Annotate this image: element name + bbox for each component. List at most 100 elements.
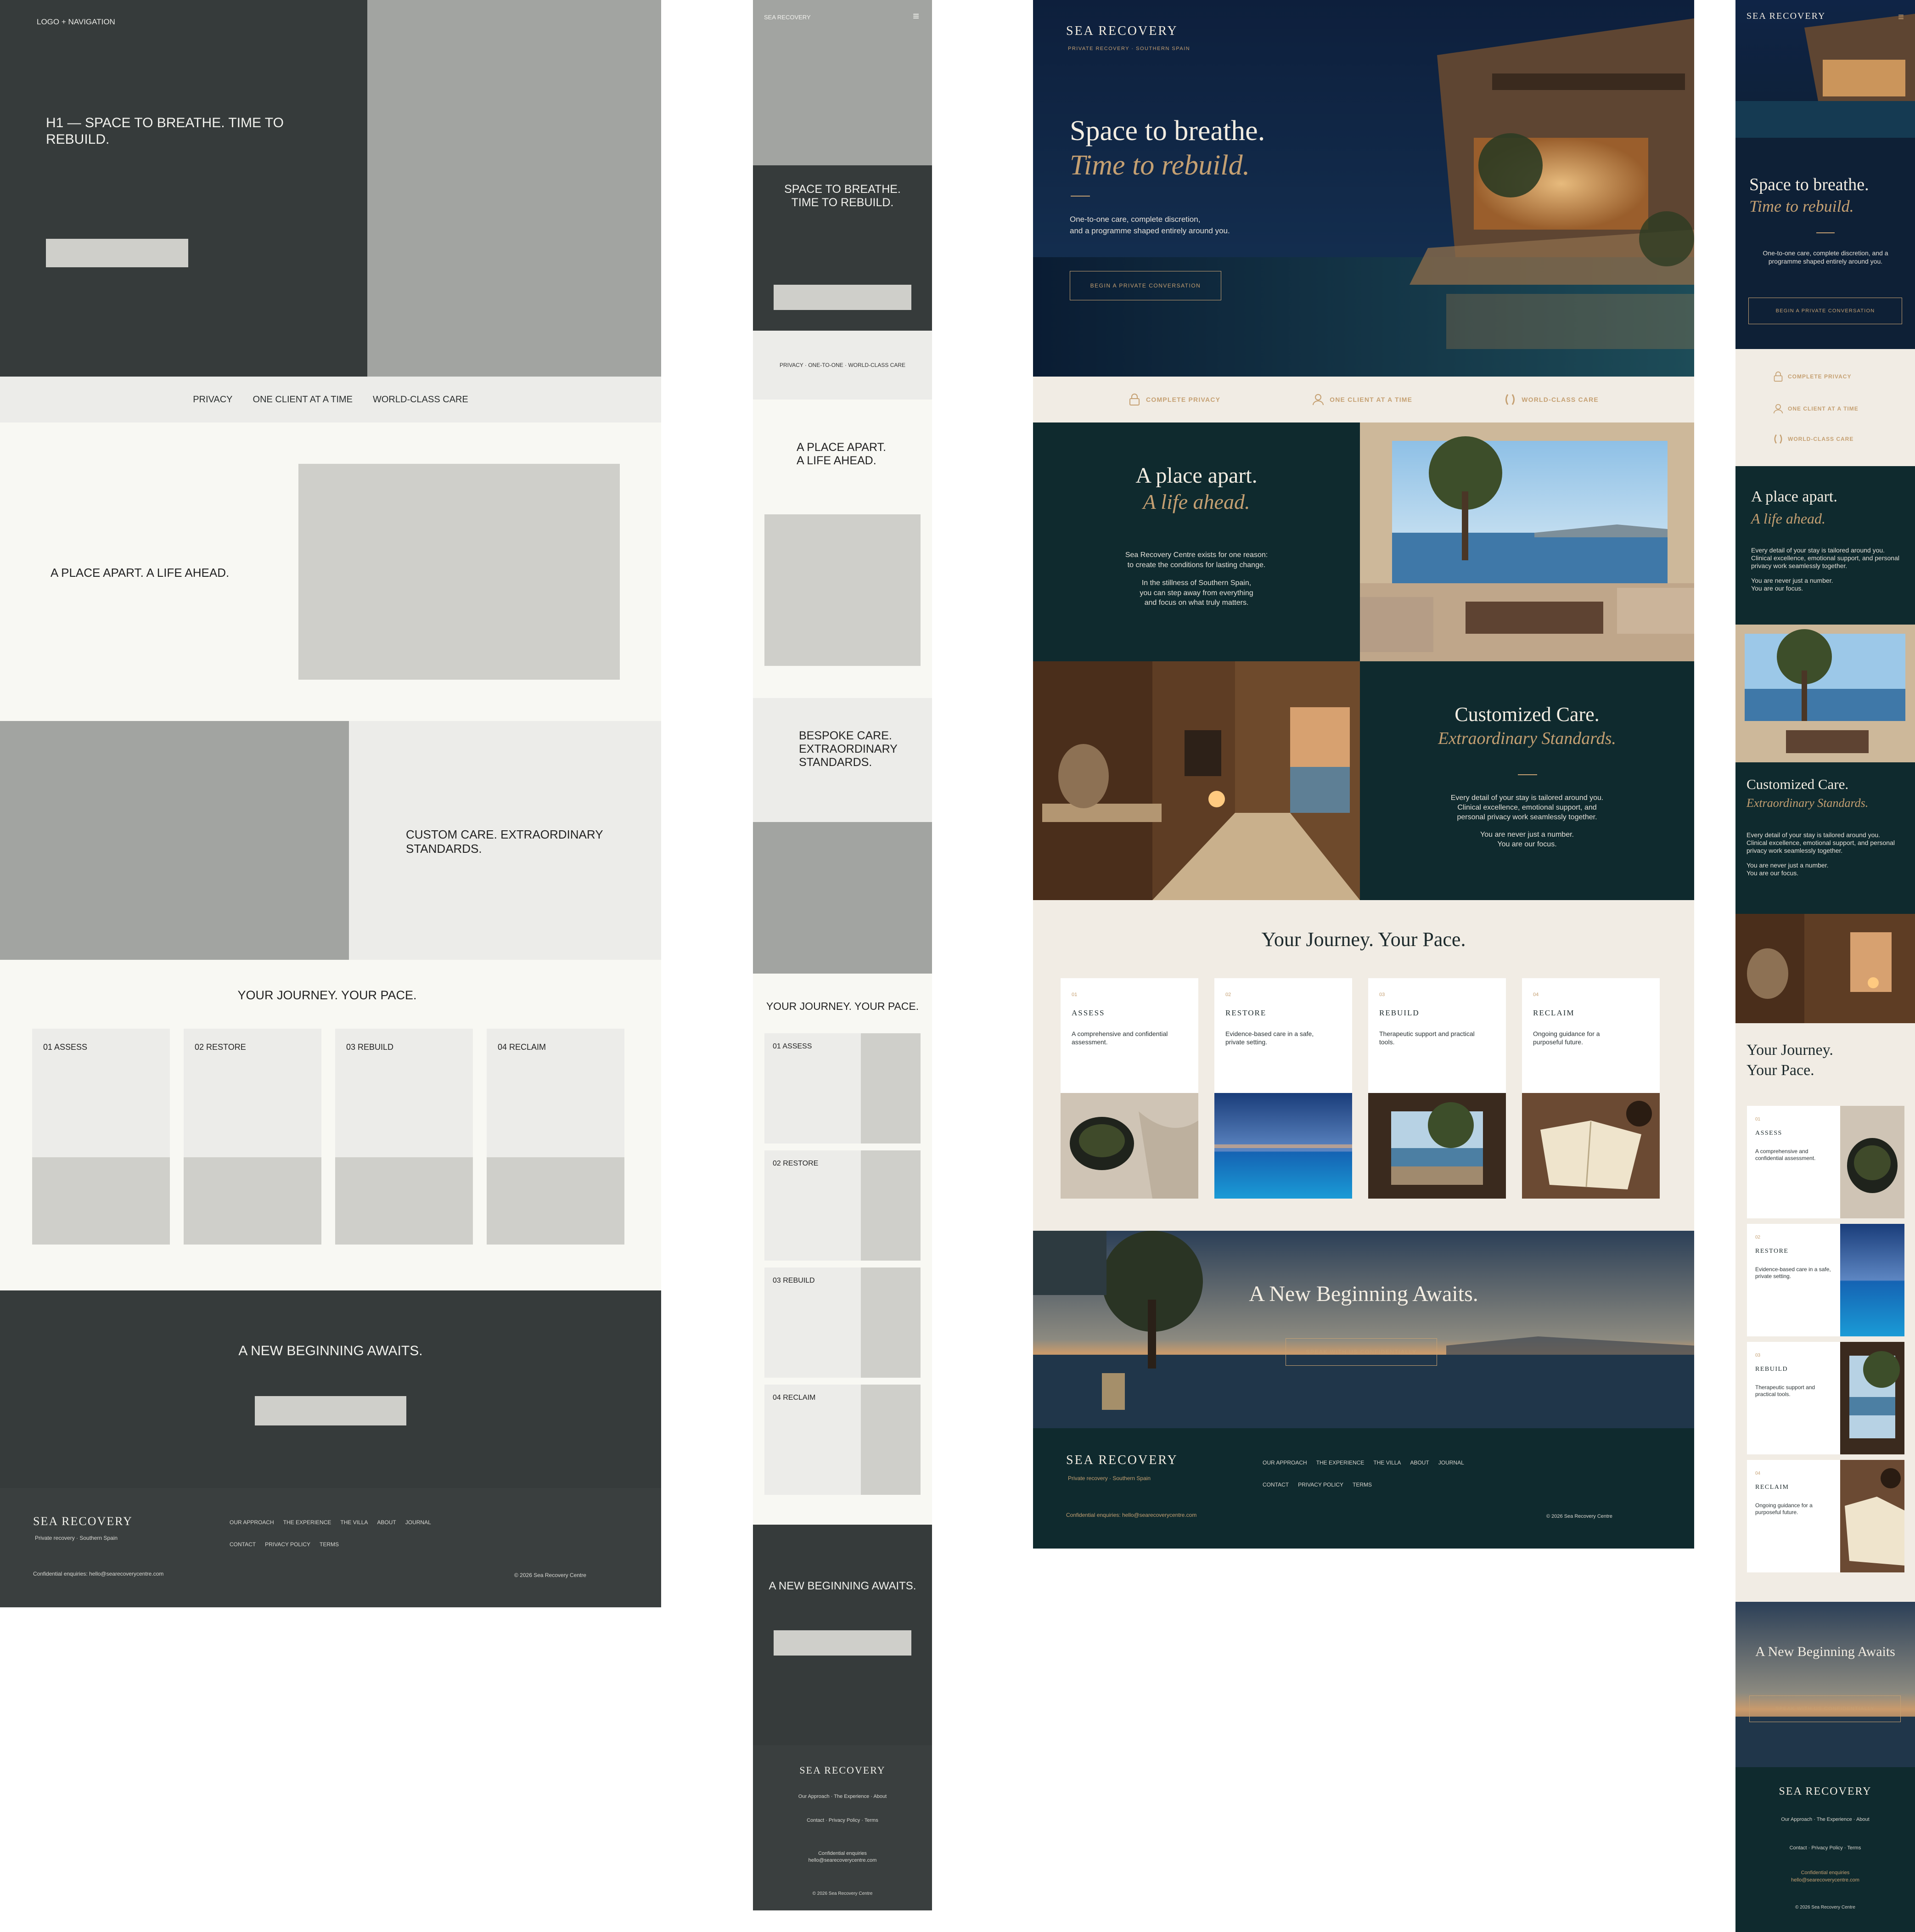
m-footer-brand[interactable]: SEA RECOVERY (1735, 1786, 1915, 1798)
wfm-footer-email[interactable]: hello@searecoverycentre.com (753, 1858, 932, 1863)
wf-step-image (487, 1157, 624, 1245)
wf-footer-link[interactable]: JOURNAL (405, 1519, 431, 1526)
journal-book-image (1522, 1093, 1660, 1199)
terrace-sea-image (1360, 422, 1694, 661)
footer-link[interactable]: PRIVACY POLICY (1298, 1481, 1343, 1488)
m-brand[interactable]: SEA RECOVERY (1747, 11, 1825, 22)
wf-footer-link[interactable]: ABOUT (377, 1519, 396, 1526)
footer-link[interactable]: ABOUT (1410, 1459, 1429, 1466)
step-number: 03 (1379, 992, 1385, 997)
m-footer-email[interactable]: hello@searecoverycentre.com (1735, 1877, 1915, 1883)
wfm-cta-title: A NEW BEGINNING AWAITS. (769, 1580, 916, 1592)
hero-divider (1071, 196, 1090, 197)
footer-link[interactable]: CONTACT (1263, 1481, 1289, 1488)
wfm-step-card: 01 ASSESS (764, 1033, 921, 1143)
place-body-line: Sea Recovery Centre exists for one reaso… (1125, 551, 1268, 559)
footer-link[interactable]: THE VILLA (1373, 1459, 1401, 1466)
hero-cta-button[interactable]: BEGIN A PRIVATE CONVERSATION (1070, 271, 1221, 300)
place-title: A place apart. (1135, 463, 1258, 488)
m-step-card[interactable]: 01 ASSESS A comprehensive and confidenti… (1747, 1106, 1904, 1218)
m-olive-bowl-image (1840, 1106, 1904, 1218)
place-section: A place apart. A life ahead. Sea Recover… (1033, 422, 1360, 661)
wfm-footer-brand: SEA RECOVERY (799, 1764, 886, 1776)
m-custom-body: Every detail of your stay is tailored ar… (1747, 831, 1903, 877)
m-place-section: A place apart. A life ahead. Every detai… (1735, 466, 1915, 625)
wfm-journey-title: YOUR JOURNEY. YOUR PACE. (766, 1000, 919, 1012)
m-step-card[interactable]: 02 RESTORE Evidence-based care in a safe… (1747, 1224, 1904, 1336)
wf-place-section: A PLACE APART. A LIFE AHEAD. (0, 422, 661, 721)
wf-footer-links: CONTACT PRIVACY POLICY TERMS (230, 1541, 339, 1548)
wfm-brand[interactable]: SEA RECOVERY (764, 14, 811, 21)
wfm-hero-image: SEA RECOVERY ≡ (753, 0, 932, 165)
step-card[interactable]: 03 REBUILD Therapeutic support and pract… (1368, 978, 1506, 1199)
m-hero-cta-button[interactable]: BEGIN A PRIVATE CONVERSATION (1748, 298, 1902, 324)
m-journey-section: Your Journey. Your Pace. 01 ASSESS A com… (1735, 1023, 1915, 1602)
custom-body-line: You are never just a number. (1480, 831, 1574, 839)
wfm-step-label: 02 RESTORE (773, 1160, 819, 1167)
footer-brand[interactable]: SEA RECOVERY (1066, 1453, 1178, 1468)
footer: SEA RECOVERY Private recovery · Southern… (1033, 1428, 1694, 1549)
cta-title: A New Beginning Awaits. (1249, 1282, 1478, 1306)
footer-links: CONTACT PRIVACY POLICY TERMS (1263, 1481, 1372, 1488)
person-icon (1773, 404, 1783, 414)
wfm-footer-links[interactable]: Our Approach · The Experience · About (753, 1794, 932, 1799)
footer-copyright: © 2026 Sea Recovery Centre (1546, 1514, 1612, 1519)
m-step-card[interactable]: 04 RECLAIM Ongoing guidance for a purpos… (1747, 1460, 1904, 1572)
m-footer-links[interactable]: Contact · Privacy Policy · Terms (1735, 1845, 1915, 1851)
footer-tagline: Private recovery · Southern Spain (1068, 1475, 1151, 1481)
wfm-step-image (861, 1267, 921, 1378)
wfm-place-title: A PLACE APART. A LIFE AHEAD. (797, 441, 887, 467)
wf-step-card: 04 RECLAIM (487, 1029, 624, 1245)
wf-footer-link[interactable]: THE EXPERIENCE (283, 1519, 331, 1526)
wf-cta-section: A NEW BEGINNING AWAITS. (0, 1290, 661, 1488)
wf-footer-enquiries[interactable]: Confidential enquiries: hello@searecover… (33, 1571, 163, 1577)
lock-icon (1129, 394, 1140, 406)
step-title: RESTORE (1225, 1008, 1267, 1017)
menu-icon[interactable]: ≡ (1898, 11, 1904, 23)
step-title: REBUILD (1379, 1008, 1420, 1017)
m-cta-button[interactable]: SPEAK WITH US CONFIDENTIALLY (1749, 1695, 1901, 1722)
wf-hero-button[interactable] (46, 239, 188, 267)
wf-footer-link[interactable]: CONTACT (230, 1541, 256, 1548)
brand-logo[interactable]: SEA RECOVERY (1066, 24, 1178, 39)
brand-tagline: PRIVATE RECOVERY · SOUTHERN SPAIN (1068, 46, 1191, 51)
step-card[interactable]: 02 RESTORE Evidence-based care in a safe… (1214, 978, 1352, 1199)
wfm-hero-button[interactable] (774, 285, 911, 310)
step-number: 04 (1533, 992, 1539, 997)
m-trust-item: WORLD-CLASS CARE (1773, 434, 1853, 445)
wf-hero-title: H1 — SPACE TO BREATHE. TIME TO REBUILD. (46, 115, 284, 147)
footer-link[interactable]: OUR APPROACH (1263, 1459, 1307, 1466)
cta-button[interactable]: SPEAK WITH US CONFIDENTIALLY (1286, 1338, 1437, 1366)
wfm-cta-button[interactable] (774, 1630, 911, 1656)
footer-link[interactable]: JOURNAL (1438, 1459, 1464, 1466)
step-card[interactable]: 01 ASSESS A comprehensive and confidenti… (1061, 978, 1198, 1199)
wf-custom-image (0, 721, 349, 960)
sunset-terrace-image (1033, 1231, 1694, 1428)
step-desc: Ongoing guidance for a purposeful future… (1533, 1030, 1600, 1046)
footer-link[interactable]: THE EXPERIENCE (1316, 1459, 1365, 1466)
wfm-bespoke-section: BESPOKE CARE. EXTRAORDINARY STANDARDS. (753, 698, 932, 822)
wf-footer-link[interactable]: OUR APPROACH (230, 1519, 274, 1526)
wf-step-image (184, 1157, 321, 1245)
wf-cta-button[interactable] (255, 1396, 406, 1425)
wfm-footer-links[interactable]: Contact · Privacy Policy · Terms (753, 1818, 932, 1823)
journey-title: Your Journey. Your Pace. (1261, 928, 1466, 951)
wf-step-card: 02 RESTORE (184, 1029, 321, 1245)
wf-footer-link[interactable]: TERMS (320, 1541, 339, 1548)
step-card[interactable]: 04 RECLAIM Ongoing guidance for a purpos… (1522, 978, 1660, 1199)
m-step-number: 03 (1755, 1353, 1761, 1358)
wf-footer-link[interactable]: THE VILLA (340, 1519, 368, 1526)
menu-icon[interactable]: ≡ (913, 10, 919, 23)
custom-body-line: Every detail of your stay is tailored ar… (1450, 794, 1604, 802)
footer-link[interactable]: TERMS (1353, 1481, 1372, 1488)
m-place-body-line: Clinical excellence, emotional support, … (1751, 554, 1899, 569)
wf-footer-link[interactable]: PRIVACY POLICY (265, 1541, 310, 1548)
m-trust-privacy: COMPLETE PRIVACY (1788, 373, 1852, 380)
m-footer-links[interactable]: Our Approach · The Experience · About (1735, 1817, 1915, 1822)
footer-enquiries[interactable]: Confidential enquiries: hello@searecover… (1066, 1512, 1196, 1518)
m-step-card[interactable]: 03 REBUILD Therapeutic support and pract… (1747, 1342, 1904, 1454)
wf-nav-label[interactable]: LOGO + NAVIGATION (37, 17, 115, 27)
wfm-hero-section: SPACE TO BREATHE. TIME TO REBUILD. (753, 165, 932, 331)
m-trust-item: COMPLETE PRIVACY (1773, 371, 1851, 382)
design-mobile: SEA RECOVERY ≡ Space to breathe. Time to… (1735, 0, 1915, 1932)
